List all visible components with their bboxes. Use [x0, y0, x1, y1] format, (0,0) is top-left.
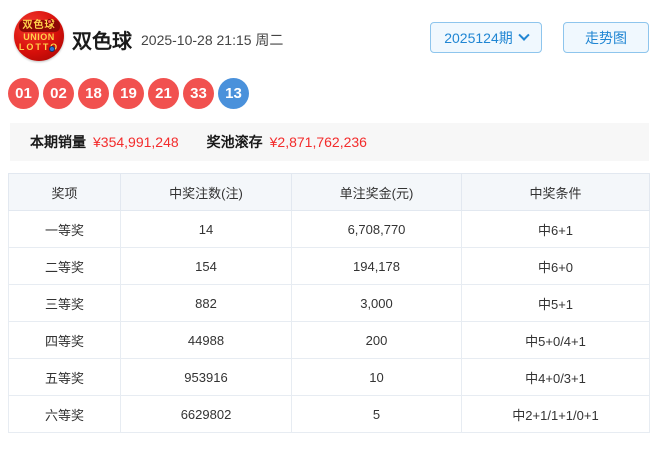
prize-tier-cell: 五等奖 [8, 358, 121, 396]
prize-amount-cell: 194,178 [291, 247, 462, 285]
prize-amount-cell: 5 [291, 395, 462, 433]
winner-count-cell: 14 [120, 210, 292, 248]
blue-ball: 13 [218, 78, 249, 109]
win-condition-cell: 中4+0/3+1 [461, 358, 650, 396]
red-ball: 19 [113, 78, 144, 109]
winner-count-cell: 882 [120, 284, 292, 322]
win-condition-cell: 中5+1 [461, 284, 650, 322]
prize-tier-cell: 二等奖 [8, 247, 121, 285]
col-header-prize-amount: 单注奖金(元) [291, 173, 462, 211]
prize-tier-cell: 一等奖 [8, 210, 121, 248]
winner-count-cell: 44988 [120, 321, 292, 359]
chevron-down-icon [518, 29, 530, 41]
issue-dropdown[interactable]: 2025124期 [430, 22, 542, 53]
prize-amount-cell: 3,000 [291, 284, 462, 322]
table-row: 六等奖 6629802 5 中2+1/1+1/0+1 [8, 395, 650, 433]
winner-count-cell: 953916 [120, 358, 292, 396]
logo-red-ball-dot [47, 19, 52, 24]
trend-chart-button-label: 走势图 [585, 29, 627, 46]
col-header-winner-count: 中奖注数(注) [120, 173, 292, 211]
prize-tier-cell: 三等奖 [8, 284, 121, 322]
red-ball: 02 [43, 78, 74, 109]
pool-value: ¥2,871,762,236 [269, 134, 367, 150]
red-ball: 18 [78, 78, 109, 109]
win-condition-cell: 中2+1/1+1/0+1 [461, 395, 650, 433]
red-ball: 21 [148, 78, 179, 109]
winner-count-cell: 154 [120, 247, 292, 285]
prize-amount-cell: 6,708,770 [291, 210, 462, 248]
prize-table: 奖项 中奖注数(注) 单注奖金(元) 中奖条件 一等奖 14 6,708,770… [8, 173, 650, 433]
logo-title-band: 双色球 [18, 20, 60, 32]
red-ball: 33 [183, 78, 214, 109]
sales-label: 本期销量 [30, 134, 86, 150]
win-condition-cell: 中6+1 [461, 210, 650, 248]
table-row: 二等奖 154 194,178 中6+0 [8, 247, 650, 285]
page-title: 双色球 [72, 31, 132, 53]
table-row: 一等奖 14 6,708,770 中6+1 [8, 210, 650, 248]
prize-amount-cell: 10 [291, 358, 462, 396]
win-condition-cell: 中5+0/4+1 [461, 321, 650, 359]
winning-numbers: 01 02 18 19 21 33 13 [8, 78, 249, 109]
trend-chart-button[interactable]: 走势图 [563, 22, 649, 53]
col-header-prize-tier: 奖项 [8, 173, 121, 211]
table-row: 三等奖 882 3,000 中5+1 [8, 284, 650, 322]
pool-label: 奖池滚存 [206, 134, 263, 150]
win-condition-cell: 中6+0 [461, 247, 650, 285]
prize-tier-cell: 四等奖 [8, 321, 121, 359]
sales-value: ¥354,991,248 [93, 134, 179, 150]
table-header-row: 奖项 中奖注数(注) 单注奖金(元) 中奖条件 [8, 173, 650, 211]
winner-count-cell: 6629802 [120, 395, 292, 433]
red-ball: 01 [8, 78, 39, 109]
sales-pool-summary: 本期销量 ¥354,991,248 奖池滚存 ¥2,871,762,236 [10, 123, 649, 161]
draw-datetime: 2025-10-28 21:15 周二 [141, 32, 284, 48]
prize-amount-cell: 200 [291, 321, 462, 359]
logo-union-text: UNION [23, 32, 55, 42]
issue-dropdown-label: 2025124期 [444, 29, 513, 46]
prize-tier-cell: 六等奖 [8, 395, 121, 433]
table-row: 五等奖 953916 10 中4+0/3+1 [8, 358, 650, 396]
col-header-win-condition: 中奖条件 [461, 173, 650, 211]
table-row: 四等奖 44988 200 中5+0/4+1 [8, 321, 650, 359]
union-lotto-logo: 双色球 UNION LOTTO [14, 11, 64, 61]
logo-blue-ball-dot [49, 46, 55, 52]
